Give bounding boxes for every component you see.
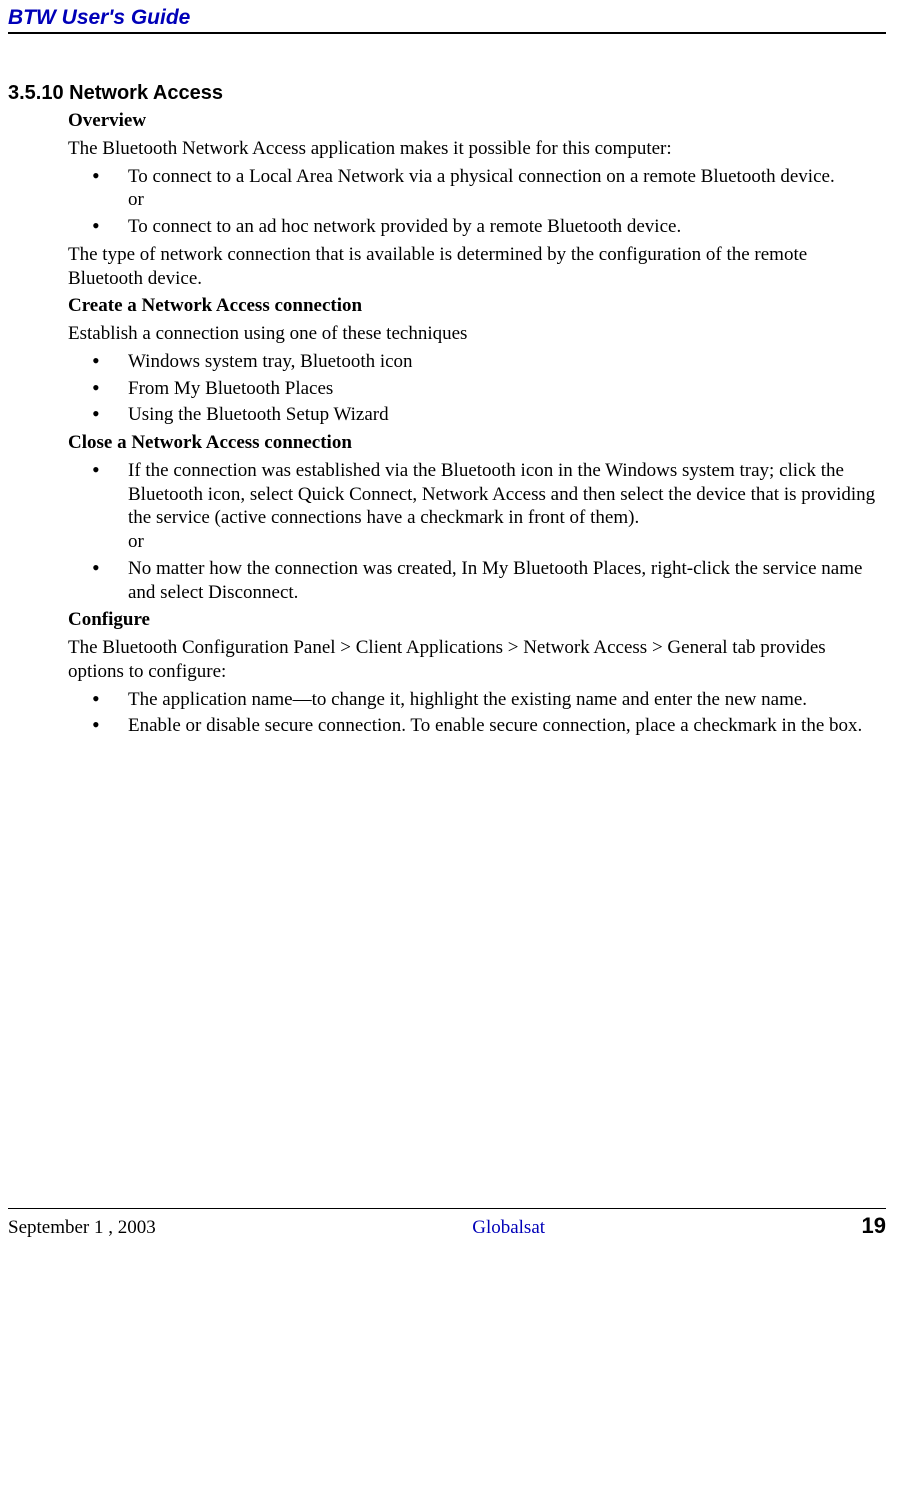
create-heading: Create a Network Access connection [68,294,886,318]
list-item: No matter how the connection was created… [68,557,886,605]
bullet-text: From My Bluetooth Places [128,378,333,399]
bullet-text: Enable or disable secure connection. To … [128,715,862,736]
configure-text: The Bluetooth Configuration Panel > Clie… [68,636,886,684]
header-divider [8,32,886,34]
bullet-text: The application name—to change it, highl… [128,689,807,710]
list-item: To connect to a Local Area Network via a… [68,165,886,213]
list-item: If the connection was established via th… [68,459,886,554]
close-bullets: If the connection was established via th… [68,459,886,605]
section-heading: 3.5.10 Network Access [8,82,886,105]
list-item: Enable or disable secure connection. To … [68,714,886,738]
close-heading: Close a Network Access connection [68,431,886,455]
bullet-text: To connect to a Local Area Network via a… [128,166,835,211]
list-item: Using the Bluetooth Setup Wizard [68,403,886,427]
configure-heading: Configure [68,608,886,632]
overview-footer-text: The type of network connection that is a… [68,243,886,291]
bullet-text: To connect to an ad hoc network provided… [128,216,681,237]
page-number: 19 [862,1213,886,1239]
footer-company: Globalsat [472,1217,545,1239]
footer-date: September 1 , 2003 [8,1217,156,1239]
create-bullets: Windows system tray, Bluetooth icon From… [68,350,886,427]
bullet-text: No matter how the connection was created… [128,558,862,603]
create-text: Establish a connection using one of thes… [68,322,886,346]
overview-bullets: To connect to a Local Area Network via a… [68,165,886,239]
configure-bullets: The application name—to change it, highl… [68,688,886,739]
overview-text: The Bluetooth Network Access application… [68,137,886,161]
bullet-text: If the connection was established via th… [128,460,875,552]
overview-heading: Overview [68,109,886,133]
list-item: Windows system tray, Bluetooth icon [68,350,886,374]
list-item: To connect to an ad hoc network provided… [68,215,886,239]
bullet-text: Using the Bluetooth Setup Wizard [128,404,389,425]
document-title: BTW User's Guide [8,6,886,32]
footer-divider [8,1208,886,1209]
bullet-text: Windows system tray, Bluetooth icon [128,351,413,372]
list-item: The application name—to change it, highl… [68,688,886,712]
list-item: From My Bluetooth Places [68,377,886,401]
